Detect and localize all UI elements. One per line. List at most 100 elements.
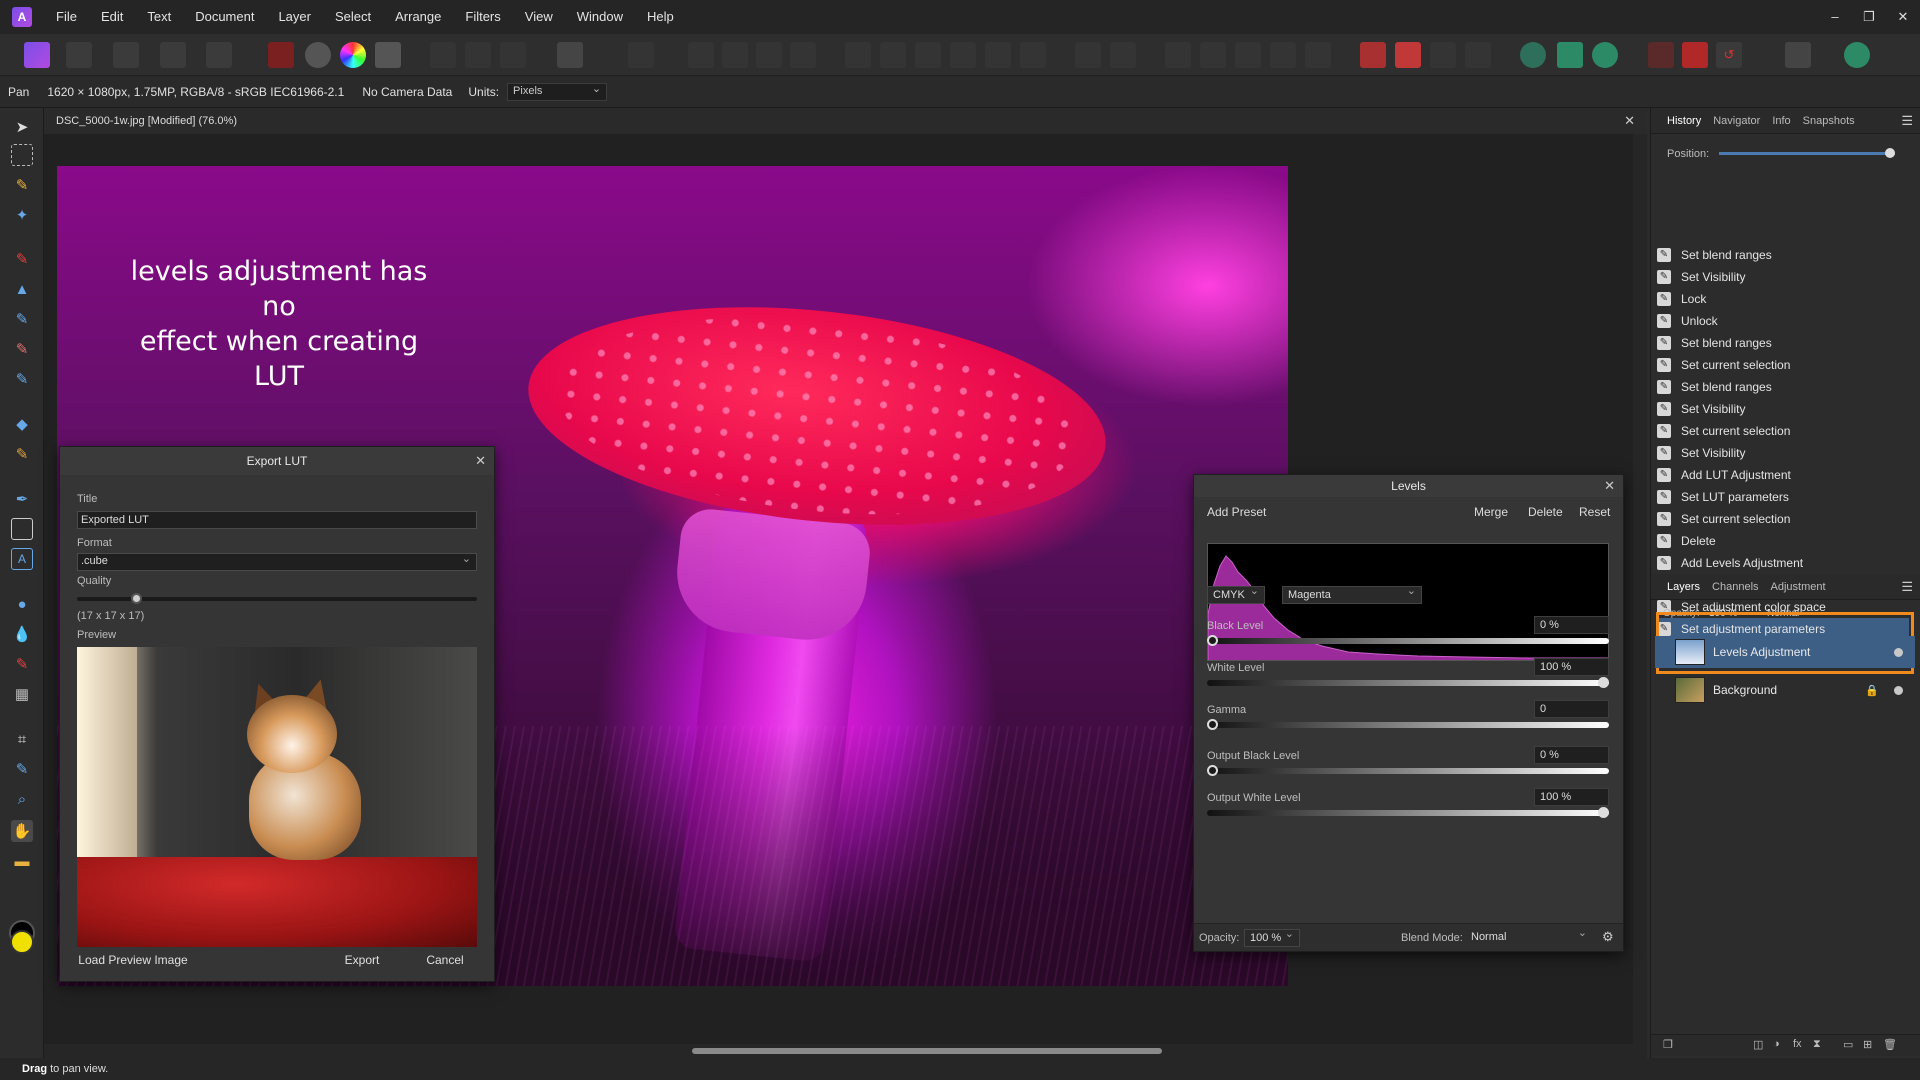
add-layer-icon[interactable]: ⊞ — [1863, 1038, 1872, 1051]
align-icon[interactable] — [950, 42, 976, 68]
history-item[interactable]: ✎ Set blend ranges — [1657, 244, 1909, 266]
add-group-icon[interactable]: ▭ — [1843, 1038, 1853, 1051]
hand-tool-icon[interactable]: ✋ — [11, 820, 33, 842]
align-icon[interactable] — [880, 42, 906, 68]
move-tool-icon[interactable]: ➤ — [11, 116, 33, 138]
history-item[interactable]: ✎ Add Levels Adjustment — [1657, 552, 1909, 574]
gamma-slider[interactable] — [1207, 719, 1609, 730]
history-item[interactable]: ✎ Set blend ranges — [1657, 332, 1909, 354]
tab-channels[interactable]: Channels — [1712, 581, 1758, 593]
output-black-slider[interactable] — [1207, 765, 1609, 776]
black-level-slider[interactable] — [1207, 635, 1609, 646]
select-all-icon[interactable] — [430, 42, 456, 68]
refine-icon[interactable] — [628, 42, 654, 68]
measure-tool-icon[interactable]: ▬ — [11, 850, 33, 872]
quick-mask-icon[interactable] — [557, 42, 583, 68]
visibility-dot-icon[interactable] — [1894, 685, 1903, 695]
arrange-front-icon[interactable] — [1395, 42, 1421, 68]
studio-icon[interactable] — [1592, 42, 1618, 68]
snapping-icon[interactable] — [1360, 42, 1386, 68]
dodge-icon[interactable]: ✎ — [11, 308, 33, 330]
tab-layers[interactable]: Layers — [1667, 581, 1700, 593]
menu-window[interactable]: Window — [565, 0, 635, 34]
assistant-icon[interactable] — [1520, 42, 1546, 68]
affinity-photo-icon[interactable]: A — [0, 0, 44, 34]
gamma-knob[interactable] — [1207, 719, 1218, 730]
blend-mode-select[interactable]: Normal — [1466, 926, 1592, 947]
history-item[interactable]: ✎ Set Visibility — [1657, 266, 1909, 288]
arrange-icon[interactable] — [1110, 42, 1136, 68]
load-preview-image-button[interactable]: Load Preview Image — [77, 951, 189, 969]
flip-icon[interactable] — [1200, 42, 1226, 68]
history-item[interactable]: ✎ Unlock — [1657, 310, 1909, 332]
smudge-icon[interactable]: ✎ — [11, 368, 33, 390]
auto-adjust-icon[interactable] — [375, 42, 401, 68]
menu-view[interactable]: View — [513, 0, 565, 34]
color-picker-icon[interactable]: ✎ — [11, 758, 33, 780]
selection-brush-icon[interactable]: ✎ — [11, 174, 33, 196]
tab-history[interactable]: History — [1667, 115, 1701, 127]
reset-button[interactable]: Reset — [1579, 505, 1610, 519]
arrange-icon[interactable] — [1430, 42, 1456, 68]
delete-layer-icon[interactable]: 🗑 — [1883, 1038, 1897, 1051]
cancel-button[interactable]: Cancel — [410, 951, 480, 969]
white-balance-icon[interactable] — [305, 42, 331, 68]
selection-mode-icon[interactable] — [756, 42, 782, 68]
output-white-knob[interactable] — [1598, 807, 1609, 818]
add-filter-icon[interactable]: fx — [1793, 1038, 1802, 1050]
history-item[interactable]: ✎ Set Visibility — [1657, 398, 1909, 420]
arrange-icon[interactable] — [1465, 42, 1491, 68]
tab-snapshots[interactable]: Snapshots — [1803, 115, 1855, 127]
history-item[interactable]: ✎ Set current selection — [1657, 420, 1909, 442]
history-item[interactable]: ✎ Set LUT parameters — [1657, 486, 1909, 508]
menu-arrange[interactable]: Arrange — [383, 0, 453, 34]
align-icon[interactable] — [985, 42, 1011, 68]
paint-brush-icon[interactable]: ✎ — [11, 248, 33, 270]
deselect-icon[interactable] — [465, 42, 491, 68]
menu-layer[interactable]: Layer — [266, 0, 323, 34]
text-tool-icon[interactable]: A — [11, 548, 33, 570]
black-level-value[interactable]: 0 % — [1534, 616, 1609, 634]
quality-slider[interactable] — [77, 593, 477, 604]
panel-menu-icon[interactable]: ☰ — [1901, 113, 1913, 129]
menu-file[interactable]: File — [44, 0, 89, 34]
liquify-persona-icon[interactable] — [66, 42, 92, 68]
tab-adjustment[interactable]: Adjustment — [1771, 581, 1826, 593]
history-item[interactable]: ✎ Add LUT Adjustment — [1657, 464, 1909, 486]
selection-mode-icon[interactable] — [722, 42, 748, 68]
layer-options-icon[interactable]: ❐ — [1663, 1038, 1673, 1051]
align-icon[interactable] — [845, 42, 871, 68]
chat-icon[interactable] — [1785, 42, 1811, 68]
mask-icon[interactable] — [1682, 42, 1708, 68]
history-item[interactable]: ✎ Set current selection — [1657, 508, 1909, 530]
gamma-value[interactable]: 0 — [1534, 700, 1609, 718]
menu-filters[interactable]: Filters — [453, 0, 512, 34]
layer-row-background[interactable]: Background 🔒 — [1655, 674, 1915, 706]
history-item[interactable]: ✎ Set current selection — [1657, 354, 1909, 376]
minimize-button[interactable]: – — [1818, 0, 1852, 34]
quality-slider-knob[interactable] — [131, 593, 143, 604]
channel-select[interactable]: Magenta — [1282, 584, 1422, 604]
history-item[interactable]: ✎ Delete — [1657, 530, 1909, 552]
export-persona-icon[interactable] — [206, 42, 232, 68]
colorspace-select[interactable]: CMYK — [1207, 584, 1265, 604]
context-toolbar-icon[interactable] — [1557, 42, 1583, 68]
add-live-filter-icon[interactable]: ⧗ — [1813, 1038, 1821, 1051]
delete-button[interactable]: Delete — [1528, 505, 1563, 519]
erase-brush-icon[interactable]: ✎ — [11, 338, 33, 360]
rotate-icon[interactable] — [1270, 42, 1296, 68]
close-document-icon[interactable]: ✕ — [1624, 108, 1635, 134]
clone-stamp-icon[interactable]: ▲ — [11, 278, 33, 300]
tone-mapping-persona-icon[interactable] — [160, 42, 186, 68]
panel-menu-icon[interactable]: ☰ — [1901, 579, 1913, 595]
merge-button[interactable]: Merge — [1474, 505, 1508, 519]
visibility-dot-icon[interactable] — [1894, 647, 1903, 657]
history-item[interactable]: ✎ Set Visibility — [1657, 442, 1909, 464]
menu-help[interactable]: Help — [635, 0, 686, 34]
history-item[interactable]: ✎ Lock — [1657, 288, 1909, 310]
lock-icon[interactable]: 🔒 — [1865, 684, 1879, 697]
add-mask-icon[interactable]: ◫ — [1753, 1038, 1763, 1051]
levels-icon[interactable] — [268, 42, 294, 68]
vertical-scrollbar[interactable] — [1633, 134, 1647, 1044]
menu-text[interactable]: Text — [135, 0, 183, 34]
